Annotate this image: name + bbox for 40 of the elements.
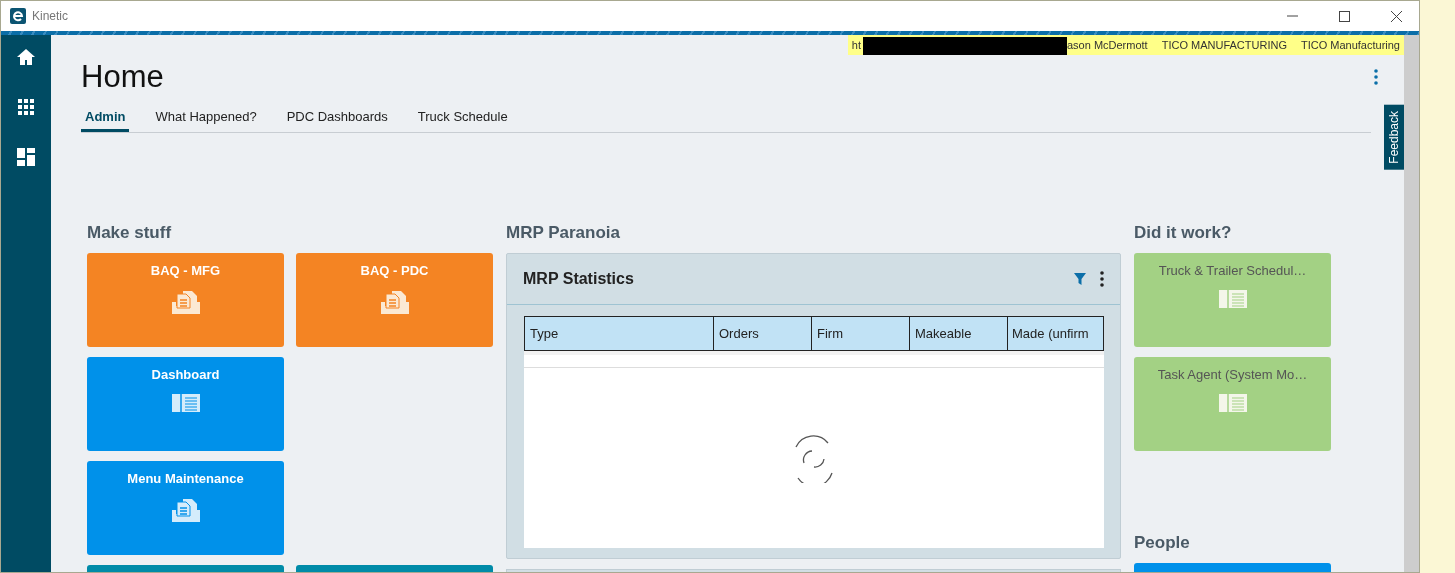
- more-options-icon[interactable]: [1100, 271, 1104, 287]
- panel-title: MRP Statistics: [523, 270, 635, 288]
- app-logo-icon: [10, 8, 26, 24]
- app-tile[interactable]: Truck & Trailer Schedul…: [1134, 253, 1331, 347]
- documents-icon: [171, 498, 200, 522]
- window-title: Kinetic: [32, 9, 69, 23]
- book-icon: [171, 394, 200, 412]
- user-info-text: ason McDermott: [1066, 39, 1148, 51]
- feedback-tab[interactable]: Feedback: [1384, 105, 1404, 170]
- column-header[interactable]: Orders: [714, 316, 812, 351]
- tab[interactable]: Admin: [81, 105, 130, 132]
- book-icon: [1218, 290, 1247, 308]
- section-heading: Did it work?: [1134, 223, 1233, 243]
- tab[interactable]: PDC Dashboards: [282, 105, 392, 132]
- app-tile[interactable]: Task Agent (System Mo…: [1134, 357, 1331, 451]
- home-icon[interactable]: [16, 47, 36, 67]
- documents-icon: [171, 290, 200, 314]
- user-info-text: TICO MANUFACTURING: [1161, 39, 1287, 51]
- column-header[interactable]: Type: [524, 316, 714, 351]
- tab[interactable]: Truck Schedule: [413, 105, 512, 132]
- column-header[interactable]: Firm: [812, 316, 910, 351]
- page-title: Home: [81, 59, 164, 95]
- column-header[interactable]: Makeable: [910, 316, 1008, 351]
- maximize-icon[interactable]: [1338, 10, 1350, 22]
- filter-icon[interactable]: [1074, 273, 1086, 285]
- dashboard-icon[interactable]: [16, 147, 36, 167]
- book-icon: [1218, 394, 1247, 412]
- loading-spinner-icon: [794, 433, 834, 483]
- section-heading: Make stuff: [87, 223, 173, 243]
- apps-grid-icon[interactable]: [16, 97, 36, 117]
- minimize-icon[interactable]: [1286, 15, 1298, 17]
- close-icon[interactable]: [1390, 10, 1402, 22]
- column-header[interactable]: Made (unfirm: [1008, 316, 1104, 351]
- user-info-text: TICO Manufacturing: [1300, 39, 1400, 51]
- scrollbar[interactable]: [1404, 35, 1419, 572]
- documents-icon: [380, 290, 409, 314]
- tab[interactable]: What Happened?: [151, 105, 261, 132]
- section-heading: MRP Paranoia: [506, 223, 621, 243]
- section-heading: People: [1134, 533, 1191, 553]
- user-info-text: ht: [851, 39, 861, 51]
